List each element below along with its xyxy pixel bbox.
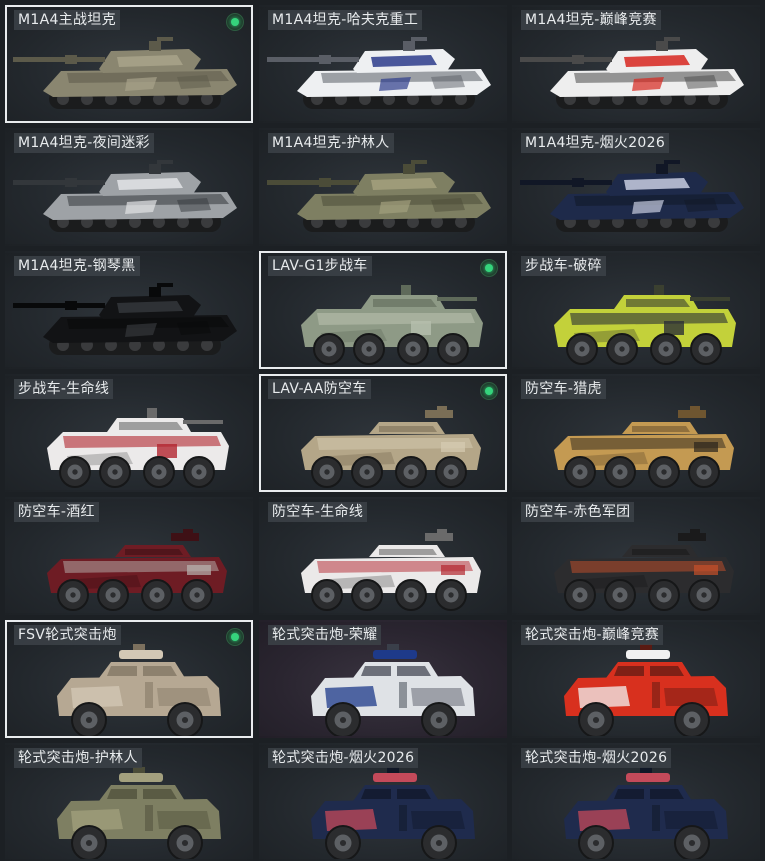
aa-model xyxy=(301,406,481,488)
tank-model xyxy=(520,160,744,232)
aa-model xyxy=(554,529,734,611)
skin-card[interactable]: 防空车-赤色军团 xyxy=(512,497,760,615)
skin-name: 步战车-生命线 xyxy=(14,379,114,399)
ifv-model xyxy=(47,408,229,488)
skin-card[interactable]: 轮式突击炮-巅峰竞赛 xyxy=(512,620,760,738)
skin-name: FSV轮式突击炮 xyxy=(14,625,121,645)
skin-card[interactable]: 轮式突击炮-护林人 xyxy=(5,743,253,861)
fsv-model xyxy=(57,644,221,736)
skin-name: M1A4坦克-钢琴黑 xyxy=(14,256,140,276)
equipped-indicator-icon xyxy=(480,382,498,400)
skin-card[interactable]: 轮式突击炮-荣耀 xyxy=(259,620,507,738)
skin-name: M1A4坦克-巅峰竞赛 xyxy=(521,10,661,30)
skin-name: M1A4主战坦克 xyxy=(14,10,120,30)
aa-model xyxy=(554,406,734,488)
skin-card[interactable]: M1A4坦克-钢琴黑 xyxy=(5,251,253,369)
skin-card[interactable]: 防空车-猎虎 xyxy=(512,374,760,492)
skin-card[interactable]: LAV-G1步战车 xyxy=(259,251,507,369)
skin-card[interactable]: 轮式突击炮-烟火2026 xyxy=(512,743,760,861)
skin-card[interactable]: M1A4坦克-夜间迷彩 xyxy=(5,128,253,246)
fsv-model xyxy=(564,644,728,736)
aa-model xyxy=(47,529,227,611)
tank-model xyxy=(13,160,237,232)
ifv-model xyxy=(554,285,736,365)
tank-model xyxy=(267,37,491,109)
skin-name: 防空车-酒红 xyxy=(14,502,99,522)
skin-name: M1A4坦克-护林人 xyxy=(268,133,394,153)
skin-card[interactable]: LAV-AA防空车 xyxy=(259,374,507,492)
equipped-indicator-icon xyxy=(480,259,498,277)
skin-card[interactable]: M1A4主战坦克 xyxy=(5,5,253,123)
skin-name: M1A4坦克-夜间迷彩 xyxy=(14,133,154,153)
equipped-indicator-icon xyxy=(226,13,244,31)
tank-model xyxy=(267,160,491,232)
skin-card[interactable]: FSV轮式突击炮 xyxy=(5,620,253,738)
skin-name: LAV-AA防空车 xyxy=(268,379,371,399)
fsv-model xyxy=(311,644,475,736)
skin-card[interactable]: 步战车-生命线 xyxy=(5,374,253,492)
equipped-indicator-icon xyxy=(226,628,244,646)
skin-card[interactable]: 防空车-生命线 xyxy=(259,497,507,615)
skin-card[interactable]: M1A4坦克-护林人 xyxy=(259,128,507,246)
ifv-model xyxy=(301,285,483,365)
vehicle-skin-grid: M1A4主战坦克 M1A4坦克-哈夫克重工 M1A4坦克-巅峰竞赛 M1A4坦克-夜间… xyxy=(0,0,765,861)
skin-name: 防空车-生命线 xyxy=(268,502,368,522)
skin-card[interactable]: M1A4坦克-烟火2026 xyxy=(512,128,760,246)
skin-card[interactable]: M1A4坦克-巅峰竞赛 xyxy=(512,5,760,123)
skin-card[interactable]: 轮式突击炮-烟火2026 xyxy=(259,743,507,861)
tank-model xyxy=(520,37,744,109)
skin-name: 防空车-赤色军团 xyxy=(521,502,635,522)
aa-model xyxy=(301,529,481,611)
fsv-model xyxy=(311,767,475,859)
skin-card[interactable]: 步战车-破碎 xyxy=(512,251,760,369)
skin-name: 轮式突击炮-荣耀 xyxy=(268,625,382,645)
skin-name: M1A4坦克-哈夫克重工 xyxy=(268,10,423,30)
skin-name: 步战车-破碎 xyxy=(521,256,606,276)
fsv-model xyxy=(564,767,728,859)
skin-name: 轮式突击炮-护林人 xyxy=(14,748,142,768)
skin-name: LAV-G1步战车 xyxy=(268,256,372,276)
skin-card[interactable]: M1A4坦克-哈夫克重工 xyxy=(259,5,507,123)
skin-name: 轮式突击炮-烟火2026 xyxy=(521,748,672,768)
skin-name: 轮式突击炮-烟火2026 xyxy=(268,748,419,768)
skin-name: 轮式突击炮-巅峰竞赛 xyxy=(521,625,664,645)
skin-name: 防空车-猎虎 xyxy=(521,379,606,399)
tank-model xyxy=(13,37,237,109)
skin-card[interactable]: 防空车-酒红 xyxy=(5,497,253,615)
skin-name: M1A4坦克-烟火2026 xyxy=(521,133,670,153)
tank-model xyxy=(13,283,237,355)
fsv-model xyxy=(57,767,221,859)
